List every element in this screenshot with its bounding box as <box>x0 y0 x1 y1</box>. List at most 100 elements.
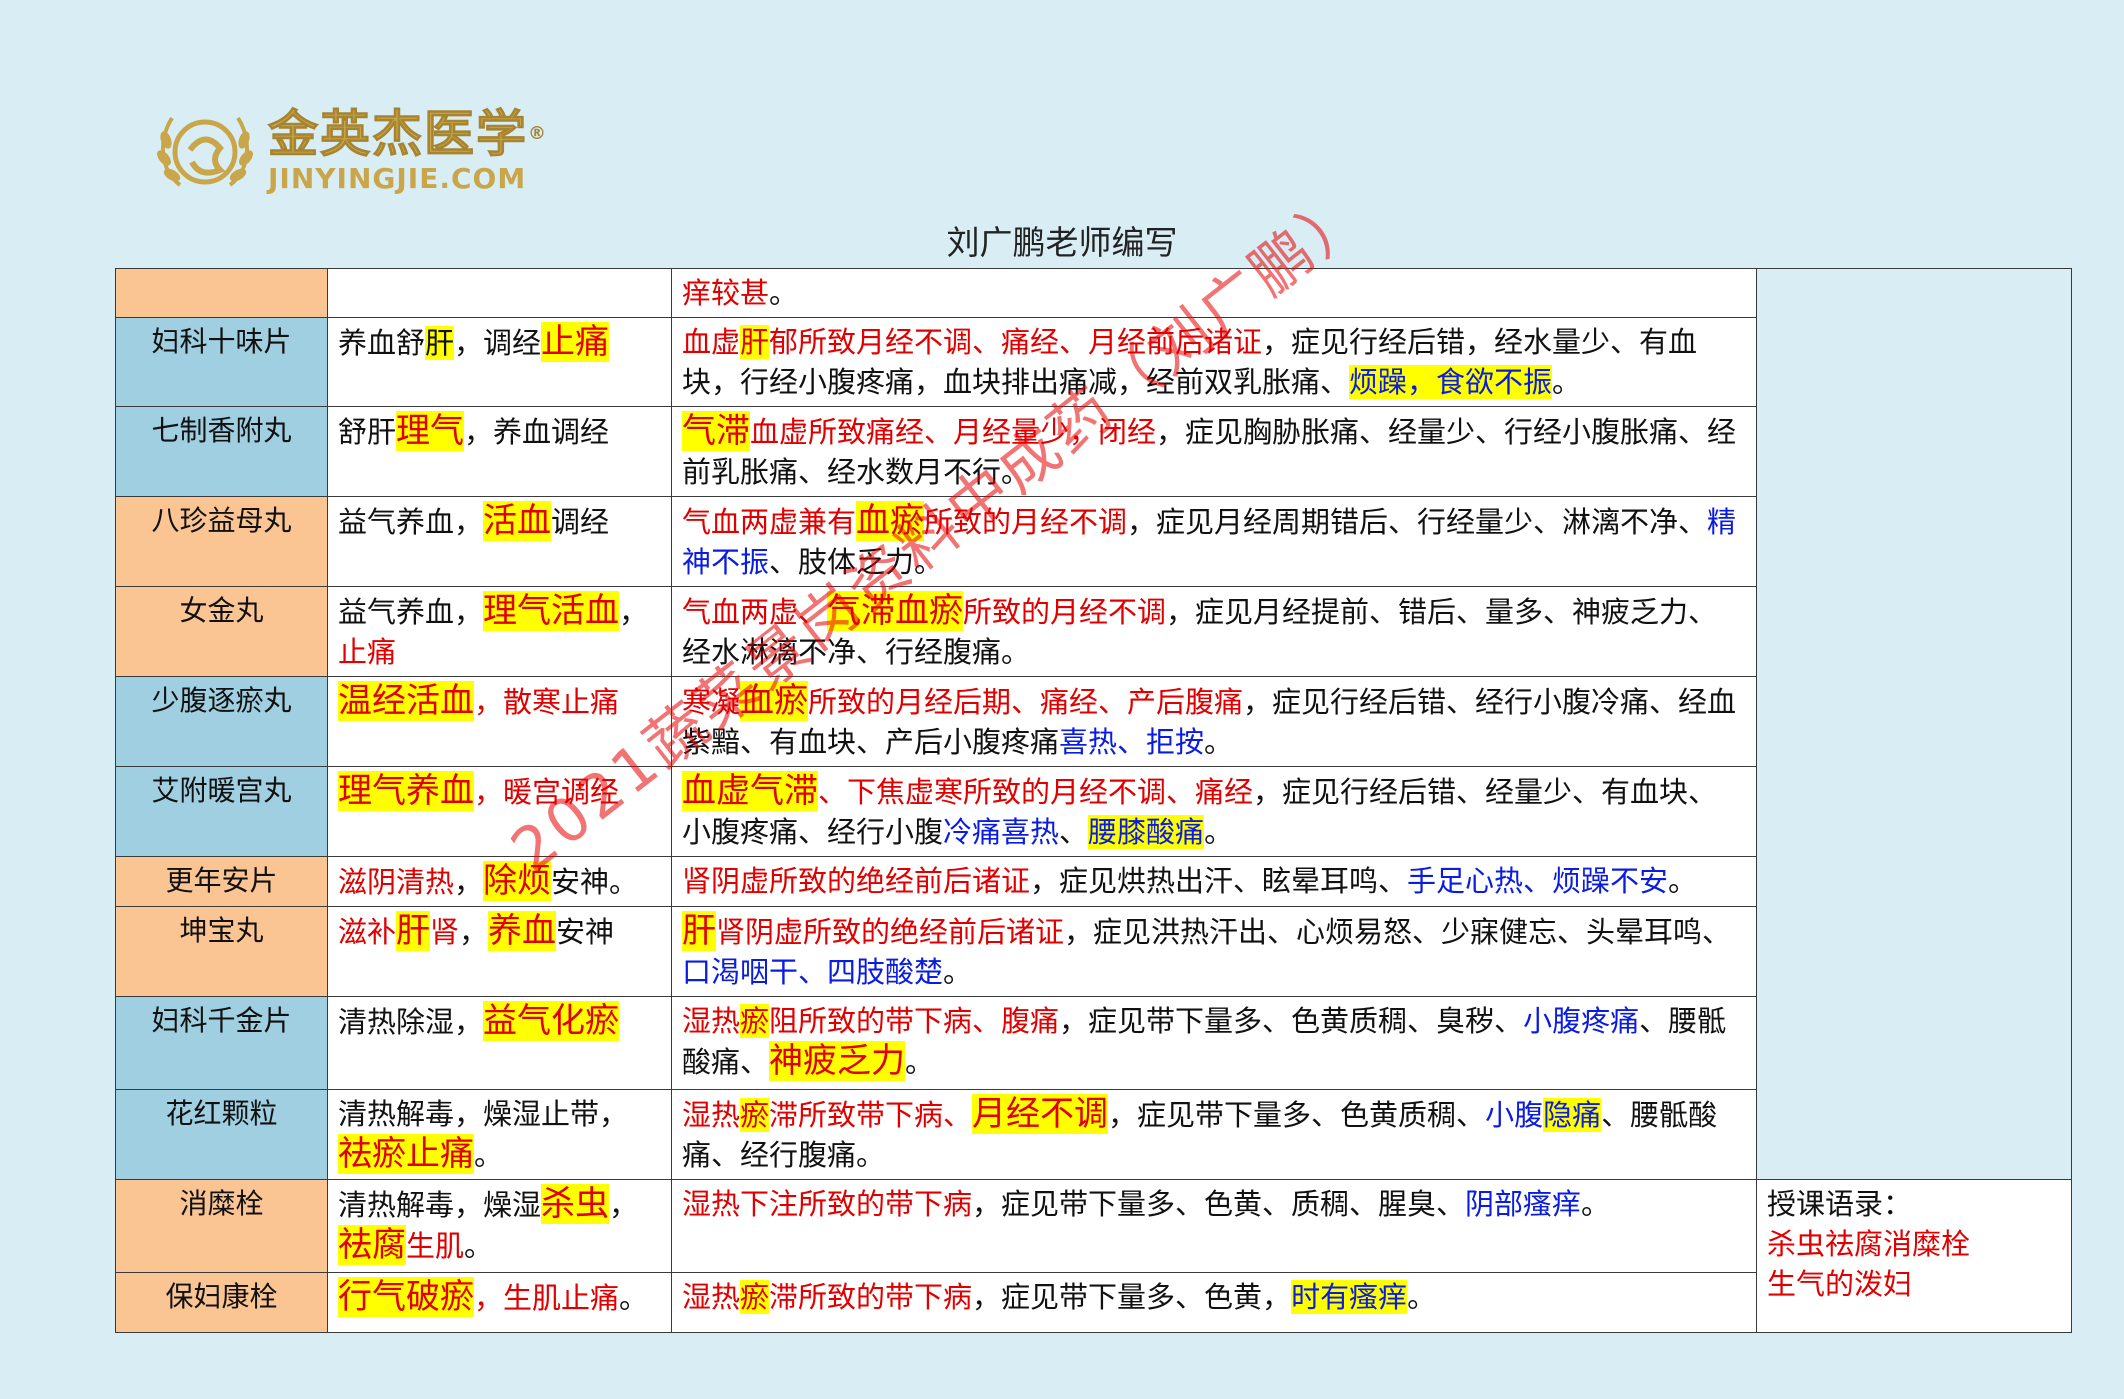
table-row: 痒较甚。 <box>115 268 2072 1180</box>
ind-segment: 瘀 <box>740 1098 770 1132</box>
medicine-name-cell: 女金丸 <box>115 586 328 677</box>
ind-segment: 。 <box>1552 365 1582 399</box>
func-segment: 益气养血， <box>338 595 484 629</box>
func-segment: 。 <box>464 1229 494 1263</box>
ind-segment: 小腹 <box>1485 1098 1544 1132</box>
ind-segment: 肾阴虚所致的绝经前后诸证 <box>682 864 1031 898</box>
function-cell: 行气破瘀，生肌止痛。 <box>327 1272 672 1333</box>
ind-segment: 。 <box>943 955 973 989</box>
ind-segment: 寒凝 <box>682 685 741 719</box>
logo-chinese-text: 金英杰医学® <box>268 105 548 164</box>
ind-segment: 烦躁，食欲不振 <box>1349 365 1553 399</box>
function-cell: 滋阴清热，除烦安神。 <box>327 856 672 907</box>
indication-cell: 湿热下注所致的带下病，症见带下量多、色黄、质稠、腥臭、阴部瘙痒。 <box>671 1179 1757 1273</box>
func-segment: ，散寒止痛 <box>474 685 620 719</box>
func-segment: 祛腐 <box>338 1225 406 1265</box>
func-segment: 止痛 <box>541 322 610 362</box>
function-cell <box>327 268 672 318</box>
function-cell: 益气养血，理气活血， 止痛 <box>327 586 672 677</box>
func-segment: ，养血调经 <box>464 415 610 449</box>
ind-segment: 瘀 <box>740 1280 770 1314</box>
ind-segment: ，症见烘热出汗、眩晕耳鸣、 <box>1030 864 1408 898</box>
ind-segment: 、 <box>1059 815 1089 849</box>
indication-cell: 血虚气滞、下焦虚寒所致的月经不调、痛经，症见行经后错、经量少、有血块、小腹疼痛、… <box>671 766 1757 857</box>
func-segment: 滋补 <box>338 915 397 949</box>
func-segment: 肝 <box>425 326 455 360</box>
ind-segment: 。 <box>1581 1187 1611 1221</box>
ind-segment: 。 <box>1668 864 1698 898</box>
medicine-name-cell: 妇科千金片 <box>115 996 328 1090</box>
func-segment: 安神。 <box>551 865 639 899</box>
ind-segment: 肝 <box>740 325 770 359</box>
indication-cell: 气滞血虚所致痛经、月经量少，闭经，症见胸胁胀痛、经量少、行经小腹胀痛、经前乳胀痛… <box>671 406 1757 497</box>
logo-english-text: JINYINGJIE.COM <box>268 162 527 195</box>
ind-segment: 阴部瘙痒 <box>1465 1187 1582 1221</box>
ind-segment: 所致的月经不调 <box>963 595 1167 629</box>
ind-segment: 郁所致月经不调、痛经、月经前后诸证 <box>769 325 1263 359</box>
indication-cell: 肾阴虚所致的绝经前后诸证，症见烘热出汗、眩晕耳鸣、手足心热、烦躁不安。 <box>671 856 1757 907</box>
func-segment: 肝 <box>396 911 431 951</box>
ind-segment: 喜热、拒按 <box>1059 725 1205 759</box>
medicine-name-cell: 妇科十味片 <box>115 317 328 407</box>
medicine-name-cell: 更年安片 <box>115 856 328 907</box>
indication-cell: 痒较甚。 <box>671 268 1757 318</box>
func-segment: 。 <box>474 1138 504 1172</box>
func-segment: 滋阴清热 <box>338 865 455 899</box>
medicine-name-cell: 艾附暖宫丸 <box>115 766 328 857</box>
medicine-name-cell <box>115 268 328 318</box>
func-segment: 生肌 <box>406 1229 465 1263</box>
medicine-name-cell: 坤宝丸 <box>115 906 328 997</box>
ind-segment: 小腹疼痛 <box>1523 1004 1640 1038</box>
ind-segment: 肾阴虚所致的绝经前后诸证 <box>716 915 1065 949</box>
func-segment: ，暖宫调经 <box>474 775 620 809</box>
function-cell: 滋补肝肾，养血安神 <box>327 906 672 997</box>
ind-segment: 湿热 <box>682 1004 741 1038</box>
ind-segment: 神疲乏力 <box>769 1041 906 1081</box>
function-cell: 清热解毒，燥湿杀虫， 祛腐生肌。 <box>327 1179 672 1273</box>
ind-segment: 气血两虚兼有 <box>682 505 857 539</box>
ind-segment: 湿热 <box>682 1098 741 1132</box>
func-segment: 安神 <box>556 915 615 949</box>
ind-segment: ，症见带下量多、色黄、质稠、腥臭、 <box>972 1187 1466 1221</box>
indication-cell: 气血两虚兼有血瘀所致的月经不调，症见月经周期错后、行经量少、淋漓不净、精神不振、… <box>671 496 1757 587</box>
ind-segment: 隐痛 <box>1543 1098 1602 1132</box>
func-segment: 养血舒 <box>338 326 426 360</box>
lecture-quote-line: 生气的泼妇 <box>1767 1267 1913 1301</box>
medicine-name-cell: 花红颗粒 <box>115 1089 328 1180</box>
medicine-name-cell: 少腹逐瘀丸 <box>115 676 328 767</box>
medicine-name-cell: 八珍益母丸 <box>115 496 328 587</box>
ind-segment: 湿热 <box>682 1280 741 1314</box>
function-cell: 理气养血，暖宫调经 <box>327 766 672 857</box>
func-segment: 除烦 <box>483 861 552 901</box>
ind-segment: 气滞血瘀 <box>827 591 964 631</box>
ind-segment: 。 <box>769 276 799 310</box>
ind-segment: 冷痛喜热 <box>943 815 1060 849</box>
ind-segment: ，症见月经周期错后、行经量少、淋漓不净、 <box>1127 505 1708 539</box>
func-segment: 祛瘀止痛 <box>338 1134 474 1174</box>
ind-segment: 。 <box>1204 815 1234 849</box>
func-segment: 养血 <box>488 911 557 951</box>
ind-segment: 。 <box>1204 725 1234 759</box>
func-segment: 清热解毒，燥湿 <box>338 1188 542 1222</box>
ind-segment: 所致的月经不调 <box>924 505 1128 539</box>
empty-notes-cell <box>1756 268 2072 1180</box>
func-segment: ， <box>609 1188 639 1222</box>
func-segment: ，调经 <box>454 326 542 360</box>
ind-segment: 血瘀 <box>740 681 809 721</box>
func-segment: 止痛 <box>338 635 397 669</box>
ind-segment: 血瘀 <box>856 501 925 541</box>
func-segment: 行气破瘀 <box>338 1277 474 1317</box>
ind-segment: 瘀 <box>740 1004 770 1038</box>
author-caption: 刘广鹏老师编写 <box>946 224 1178 261</box>
indication-cell: 湿热瘀阻所致的带下病、腹痛，症见带下量多、色黄质稠、臭秽、小腹疼痛、腰骶酸痛、神… <box>671 996 1757 1090</box>
medicine-name-cell: 保妇康栓 <box>115 1272 328 1333</box>
func-segment: ， <box>619 595 649 629</box>
func-segment: ， <box>459 915 489 949</box>
func-segment: 温经活血 <box>338 681 474 721</box>
medicine-name-cell: 消糜栓 <box>115 1179 328 1273</box>
laurel-emblem-icon <box>150 100 260 200</box>
ind-segment: 气滞 <box>682 411 750 451</box>
medicine-table: 痒较甚。 妇科十味片 养血舒肝，调经止痛 血虚肝郁所致月经不调、痛经、月经前后诸证，症… <box>115 268 2072 1333</box>
indication-cell: 气血两虚、气滞血瘀所致的月经不调，症见月经提前、错后、量多、神疲乏力、经水淋漓不… <box>671 586 1757 677</box>
func-segment: 活血 <box>483 501 552 541</box>
